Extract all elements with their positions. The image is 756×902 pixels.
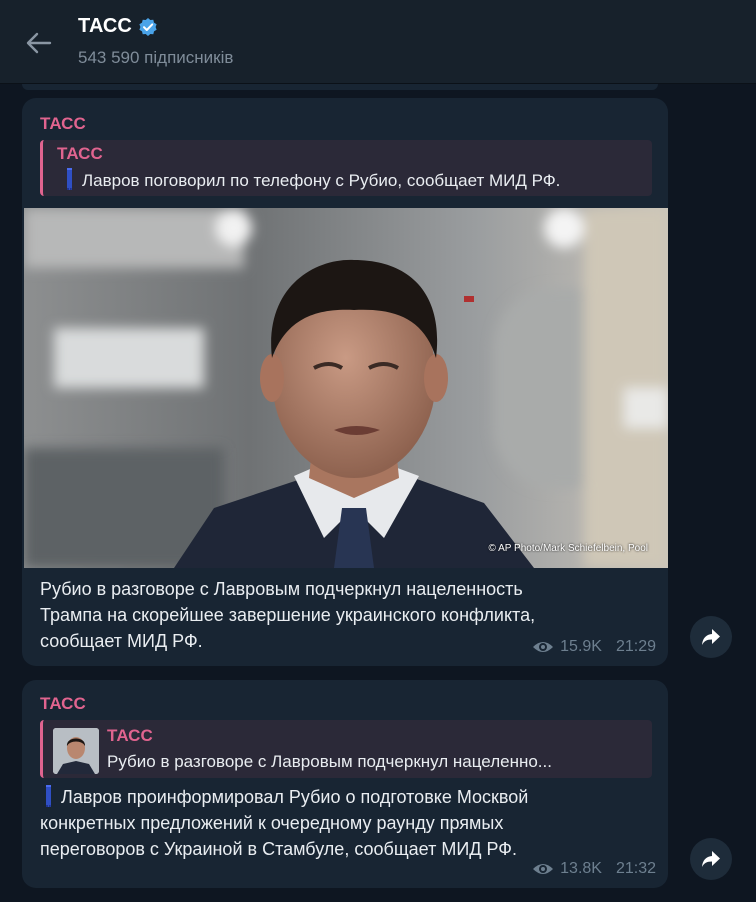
- message-sender[interactable]: ТАСС: [40, 114, 86, 134]
- message-text-line-content: Лавров проинформировал Рубио о подготовк…: [61, 787, 529, 807]
- message-text-line: конкретных предложений к очередному раун…: [40, 813, 504, 833]
- eye-icon: [532, 639, 554, 655]
- photo-credit: © AP Photo/Mark Schiefelbein, Pool: [488, 543, 649, 554]
- message-text: Лавров проинформировал Рубио о подготовк…: [40, 784, 528, 862]
- view-count: 13.8K: [560, 860, 602, 877]
- channel-title[interactable]: ТАСС: [78, 15, 158, 38]
- verified-badge-icon: [138, 17, 158, 37]
- view-count: 15.9K: [560, 638, 602, 655]
- channel-header: ТАСС 543 590 підписників: [0, 0, 756, 84]
- reply-sender: ТАСС: [107, 726, 153, 745]
- forward-icon: [702, 629, 720, 645]
- message-time: 21:32: [615, 860, 656, 877]
- message-time: 21:29: [615, 638, 656, 655]
- reply-text: Рубио в разговоре с Лавровым подчеркнул …: [107, 752, 552, 771]
- message-text-line: Трампа на скорейшее завершение украинско…: [40, 605, 536, 625]
- reply-text: Лавров поговорил по телефону с Рубио, со…: [82, 171, 561, 190]
- back-arrow-icon: [26, 32, 52, 54]
- forward-button[interactable]: [690, 838, 732, 880]
- eye-icon: [532, 861, 554, 877]
- previous-message-bubble: [22, 84, 658, 90]
- message-text-line: Рубио в разговоре с Лавровым подчеркнул …: [40, 579, 523, 599]
- reply-sender: ТАСС: [57, 144, 103, 163]
- reply-text-row: Лавров поговорил по телефону с Рубио, со…: [67, 168, 647, 191]
- message-text-line: сообщает МИД РФ.: [40, 631, 203, 651]
- reply-quote[interactable]: ТАСС Лавров поговорил по телефону с Руби…: [40, 140, 652, 196]
- message-bubble[interactable]: ТАСС ТАСС Рубио в разговоре с Лавровым п…: [22, 680, 668, 888]
- message-text-line: переговоров с Украиной в Стамбуле, сообщ…: [40, 839, 517, 859]
- message-sender[interactable]: ТАСС: [40, 694, 86, 714]
- message-text: Рубио в разговоре с Лавровым подчеркнул …: [40, 576, 535, 654]
- forward-icon: [702, 851, 720, 867]
- message-text-line: Лавров проинформировал Рубио о подготовк…: [40, 784, 528, 810]
- message-bubble[interactable]: ТАСС ТАСС Лавров поговорил по телефону с…: [22, 98, 668, 666]
- message-photo[interactable]: © AP Photo/Mark Schiefelbein, Pool: [24, 208, 668, 568]
- exclamation-marker-icon: [46, 785, 51, 807]
- message-meta: 13.8K 21:32: [532, 860, 656, 878]
- portrait-image: [24, 208, 668, 568]
- exclamation-marker-icon: [67, 168, 72, 190]
- back-button[interactable]: [22, 26, 56, 60]
- reply-thumbnail: [53, 728, 99, 774]
- message-meta: 15.9K 21:29: [532, 638, 656, 656]
- subscriber-count: 543 590 підписників: [78, 48, 234, 67]
- reply-quote[interactable]: ТАСС Рубио в разговоре с Лавровым подчер…: [40, 720, 652, 778]
- channel-name: ТАСС: [78, 15, 132, 37]
- forward-button[interactable]: [690, 616, 732, 658]
